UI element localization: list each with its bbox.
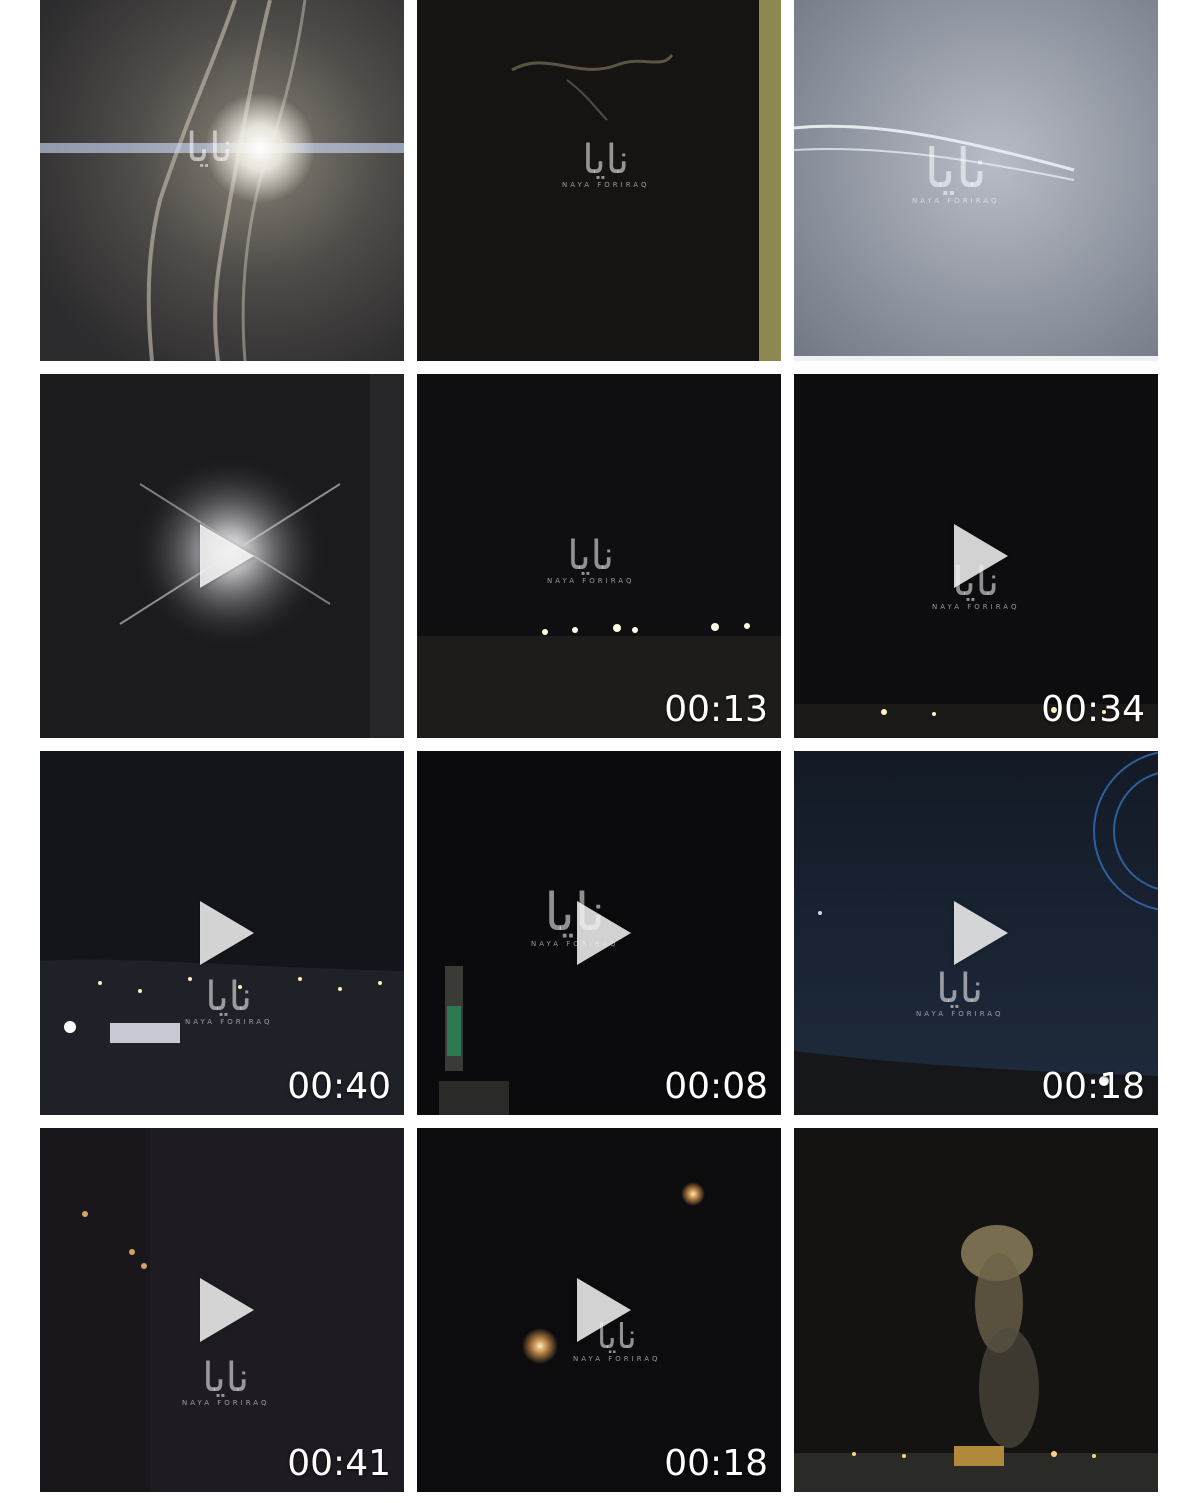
play-icon — [200, 901, 254, 965]
video-duration: 00:34 — [1041, 689, 1145, 730]
play-icon — [954, 524, 1008, 588]
thumbnail-image — [40, 0, 404, 361]
media-grid: نايا نايا NAYA FORIRAQ نايا NAYA FORIRAQ… — [40, 0, 1158, 1492]
media-thumbnail[interactable]: نايا NAYA FORIRAQ 00:41 — [40, 1128, 404, 1492]
media-thumbnail[interactable]: نايا NAYA FORIRAQ 00:18 — [417, 1128, 781, 1492]
media-thumbnail[interactable]: نايا NAYA FORIRAQ 00:08 — [417, 751, 781, 1115]
play-icon — [200, 1278, 254, 1342]
thumbnail-image — [417, 374, 781, 738]
play-icon — [577, 901, 631, 965]
media-thumbnail[interactable] — [794, 1128, 1158, 1492]
video-duration: 00:13 — [664, 689, 768, 730]
video-duration: 00:41 — [287, 1443, 391, 1484]
video-duration: 00:08 — [664, 1066, 768, 1107]
thumbnail-image — [794, 1128, 1158, 1492]
play-icon — [200, 524, 254, 588]
media-thumbnail[interactable]: نايا NAYA FORIRAQ 00:18 — [794, 751, 1158, 1115]
video-duration: 00:18 — [1041, 1066, 1145, 1107]
play-icon — [954, 901, 1008, 965]
media-thumbnail[interactable]: نايا NAYA FORIRAQ — [417, 0, 781, 361]
video-duration: 00:18 — [664, 1443, 768, 1484]
thumbnail-image — [794, 0, 1158, 361]
play-icon — [577, 1278, 631, 1342]
media-thumbnail[interactable]: نايا — [40, 0, 404, 361]
thumbnail-image — [417, 0, 781, 361]
media-thumbnail[interactable]: نايا NAYA FORIRAQ 00:13 — [417, 374, 781, 738]
media-thumbnail[interactable]: نايا NAYA FORIRAQ — [794, 0, 1158, 361]
video-duration: 00:40 — [287, 1066, 391, 1107]
media-thumbnail[interactable]: نايا NAYA FORIRAQ 00:40 — [40, 751, 404, 1115]
media-thumbnail[interactable]: نايا NAYA FORIRAQ 00:34 — [794, 374, 1158, 738]
media-thumbnail[interactable] — [40, 374, 404, 738]
